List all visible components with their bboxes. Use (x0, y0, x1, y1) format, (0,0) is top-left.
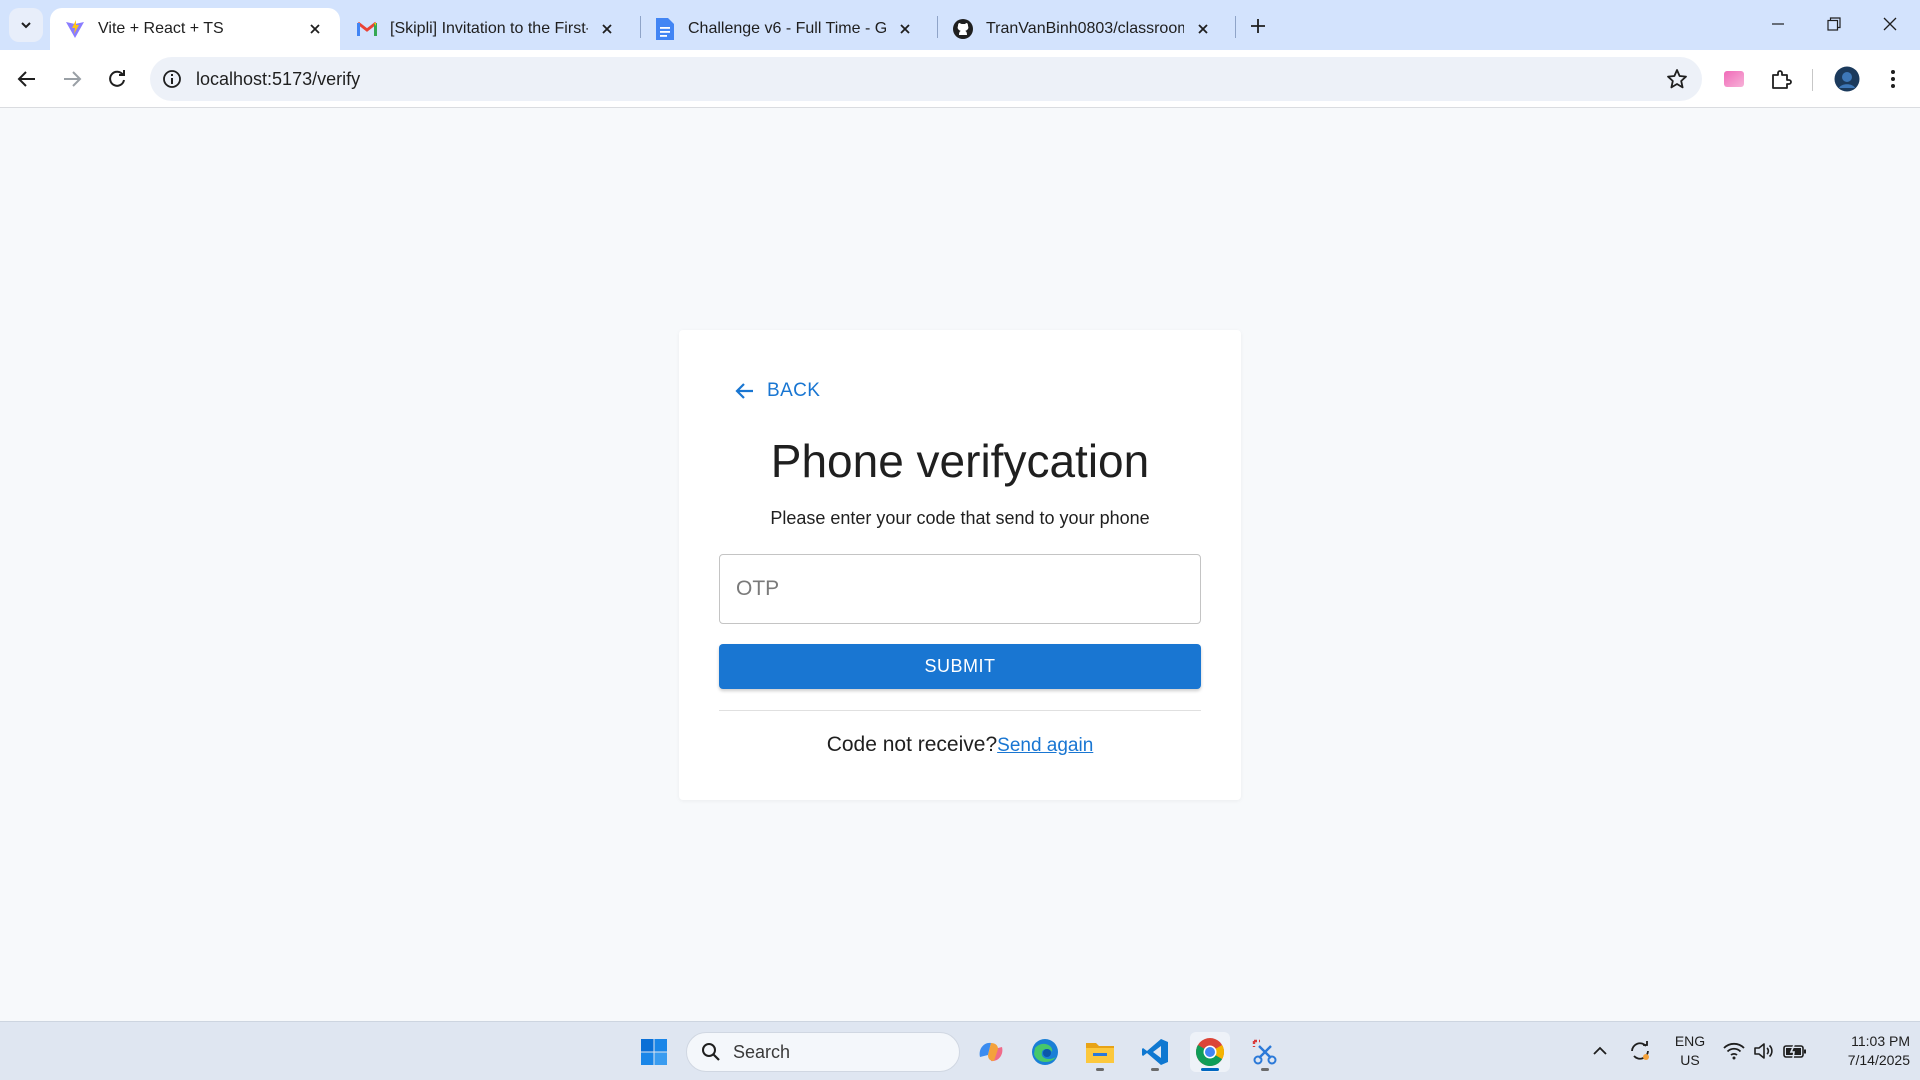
windows-taskbar: Search ENG US 11:03 PM 7/14/2025 (0, 1021, 1920, 1080)
toolbar-separator (1812, 69, 1813, 91)
resend-row: Code not receive?Send again (679, 733, 1241, 757)
taskbar-file-explorer[interactable] (1080, 1032, 1120, 1072)
tab-title: Vite + React + TS (98, 20, 224, 37)
extensions-puzzle-icon[interactable] (1765, 63, 1797, 95)
language-code: ENG (1674, 1033, 1706, 1049)
restore-button[interactable] (1806, 0, 1862, 48)
wifi-icon[interactable] (1722, 1039, 1746, 1063)
close-icon[interactable] (304, 18, 326, 40)
page-title: Phone verifycation (770, 435, 1150, 487)
volume-icon[interactable] (1752, 1039, 1776, 1063)
taskbar-chrome[interactable] (1190, 1032, 1230, 1072)
send-again-link[interactable]: Send again (997, 735, 1093, 756)
browser-toolbar: localhost:5173/verify (0, 50, 1920, 108)
language-region: US (1680, 1052, 1700, 1068)
profile-avatar[interactable] (1831, 63, 1863, 95)
reload-button[interactable] (100, 62, 134, 96)
tab-title: Challenge v6 - Full Time - Goog (688, 20, 886, 37)
tray-chevron-up-icon[interactable] (1588, 1039, 1612, 1063)
resend-prompt: Code not receive? (826, 733, 998, 756)
snipping-tool-icon (1252, 1039, 1277, 1065)
page-viewport: BACK Phone verifycation Please enter you… (0, 109, 1920, 1021)
extension-app-icon[interactable] (1718, 63, 1750, 95)
restore-icon (1827, 17, 1841, 31)
taskbar-search-box[interactable]: Search (686, 1032, 960, 1072)
bookmark-star-icon[interactable] (1664, 66, 1690, 92)
taskbar-search-label: Search (733, 1041, 791, 1062)
back-button[interactable]: BACK (735, 380, 820, 402)
minimize-button[interactable] (1750, 0, 1806, 48)
otp-input[interactable] (719, 554, 1201, 624)
url-text[interactable]: localhost:5173/verify (196, 69, 360, 90)
new-tab-button[interactable] (1244, 12, 1272, 40)
taskbar-edge[interactable] (1025, 1032, 1065, 1072)
gmail-icon (356, 18, 378, 40)
browser-tab-strip: Vite + React + TS [Skipli] Invitation to… (0, 0, 1920, 50)
close-icon[interactable] (596, 18, 618, 40)
github-icon (952, 18, 974, 40)
running-indicator (1261, 1068, 1269, 1071)
tab-separator (1235, 16, 1236, 38)
arrow-right-icon (64, 71, 82, 87)
running-indicator (1096, 1068, 1104, 1071)
close-icon[interactable] (1192, 18, 1214, 40)
minimize-icon (1772, 23, 1784, 25)
chevron-down-icon (21, 22, 31, 29)
page-subtitle: Please enter your code that send to your… (770, 508, 1150, 528)
running-indicator (1201, 1068, 1219, 1071)
tab-google-docs[interactable]: Challenge v6 - Full Time - Goog (640, 8, 930, 50)
search-icon (702, 1043, 720, 1061)
vscode-icon (1142, 1039, 1168, 1065)
tab-github[interactable]: TranVanBinh0803/classroom-m (938, 8, 1228, 50)
address-bar[interactable]: localhost:5173/verify (150, 57, 1702, 101)
taskbar-vscode[interactable] (1135, 1032, 1175, 1072)
input-language-indicator[interactable]: ENG US (1672, 1032, 1708, 1070)
clock-time: 11:03 PM (1851, 1033, 1910, 1049)
arrow-left-icon (17, 71, 35, 87)
verification-card: BACK Phone verifycation Please enter you… (679, 330, 1241, 800)
arrow-left-icon (735, 383, 753, 399)
sync-icon[interactable] (1628, 1039, 1652, 1063)
tab-search-button[interactable] (9, 8, 43, 42)
tab-vite[interactable]: Vite + React + TS (50, 8, 340, 50)
copilot-icon (979, 1042, 1003, 1062)
vite-icon (64, 18, 86, 40)
forward-nav-button[interactable] (55, 62, 89, 96)
site-info-icon[interactable] (160, 67, 184, 91)
google-docs-icon (654, 18, 676, 40)
back-nav-button[interactable] (10, 62, 44, 96)
submit-button[interactable]: SUBMIT (719, 644, 1201, 689)
window-close-button[interactable] (1862, 0, 1918, 48)
folder-icon (1086, 1043, 1114, 1063)
tab-title: TranVanBinh0803/classroom-m (986, 20, 1184, 37)
clock-date: 7/14/2025 (1847, 1052, 1910, 1068)
back-label: BACK (767, 380, 821, 401)
close-icon (1883, 17, 1897, 31)
battery-icon[interactable] (1783, 1039, 1807, 1063)
running-indicator (1151, 1068, 1159, 1071)
tab-gmail[interactable]: [Skipli] Invitation to the First-Ro (342, 8, 632, 50)
tab-title: [Skipli] Invitation to the First-Ro (390, 20, 588, 37)
taskbar-snipping-tool[interactable] (1245, 1032, 1285, 1072)
divider (719, 710, 1201, 711)
chrome-icon (1196, 1038, 1224, 1066)
windows-logo-icon (641, 1039, 667, 1065)
plus-icon (1251, 19, 1265, 33)
system-clock[interactable]: 11:03 PM 7/14/2025 (1818, 1032, 1910, 1070)
close-icon[interactable] (894, 18, 916, 40)
reload-icon (109, 70, 125, 87)
edge-icon (1032, 1039, 1058, 1065)
taskbar-copilot[interactable] (971, 1032, 1011, 1072)
start-button[interactable] (634, 1032, 674, 1072)
browser-menu-icon[interactable] (1877, 63, 1909, 95)
